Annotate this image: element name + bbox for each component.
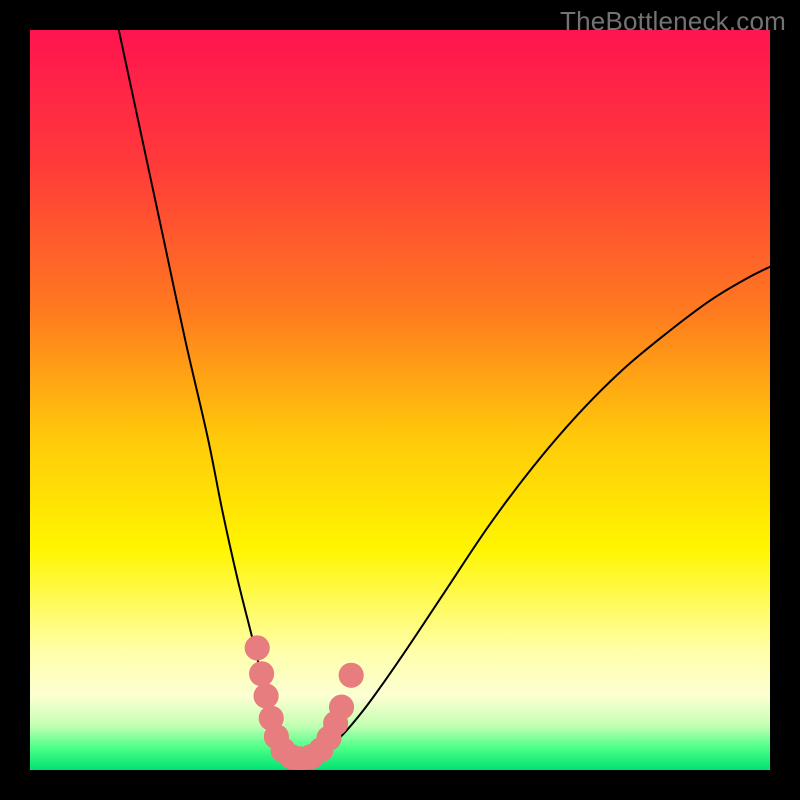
optimal-zone-markers bbox=[245, 635, 364, 770]
marker-dot bbox=[329, 695, 354, 720]
chart-frame: TheBottleneck.com bbox=[0, 0, 800, 800]
watermark-text: TheBottleneck.com bbox=[560, 6, 786, 37]
marker-dot bbox=[253, 683, 278, 708]
marker-dot bbox=[245, 635, 270, 660]
markers-layer bbox=[30, 30, 770, 770]
marker-dot bbox=[339, 663, 364, 688]
plot-area bbox=[30, 30, 770, 770]
marker-dot bbox=[249, 661, 274, 686]
